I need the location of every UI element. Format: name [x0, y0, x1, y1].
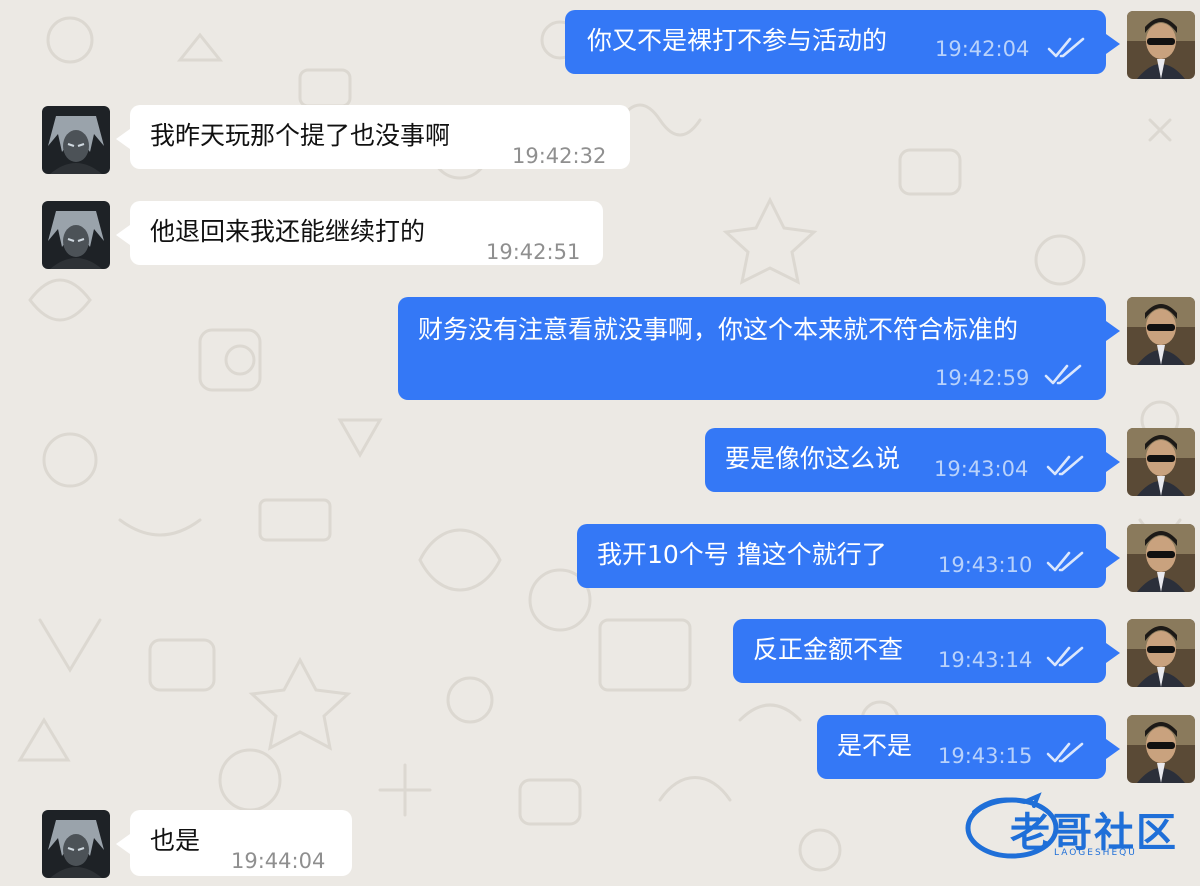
double-check-icon: [1047, 37, 1085, 58]
avatar-contact[interactable]: [42, 810, 110, 878]
bubble-tail: [116, 225, 130, 245]
message-text: 要是像你这么说: [725, 444, 901, 473]
outgoing-message-bubble[interactable]: 是不是 19:43:15: [817, 715, 1120, 779]
message-time: 19:42:59: [935, 366, 1030, 390]
avatar-contact[interactable]: [42, 106, 110, 174]
double-check-icon: [1044, 364, 1082, 385]
outgoing-message-bubble[interactable]: 要是像你这么说 19:43:04: [705, 428, 1120, 492]
double-check-icon: [1046, 551, 1084, 572]
avatar-self[interactable]: [1127, 428, 1195, 496]
message-time: 19:43:10: [938, 553, 1033, 577]
message-time: 19:43:14: [938, 648, 1033, 672]
message-time: 19:42:04: [935, 37, 1030, 61]
double-check-icon: [1046, 455, 1084, 476]
message-time: 19:44:04: [231, 849, 326, 873]
avatar-self[interactable]: [1127, 715, 1195, 783]
message-text: 我昨天玩那个提了也没事啊: [150, 121, 451, 150]
incoming-message-bubble[interactable]: 我昨天玩那个提了也没事啊 19:42:32: [116, 105, 630, 169]
outgoing-message-bubble[interactable]: 你又不是裸打不参与活动的 19:42:04: [565, 10, 1120, 74]
watermark-subtext: LAOGESHEQU: [1054, 848, 1137, 858]
incoming-message-bubble[interactable]: 他退回来我还能继续打的 19:42:51: [116, 201, 603, 265]
message-text: 是不是: [837, 731, 913, 760]
message-time: 19:42:51: [486, 240, 581, 264]
message-text: 也是: [150, 826, 201, 855]
outgoing-message-bubble[interactable]: 我开10个号 撸这个就行了 19:43:10: [577, 524, 1120, 588]
double-check-icon: [1046, 742, 1084, 763]
avatar-self[interactable]: [1127, 524, 1195, 592]
outgoing-message-bubble[interactable]: 反正金额不查 19:43:14: [733, 619, 1120, 683]
message-text: 反正金额不查: [753, 635, 904, 664]
message-text: 财务没有注意看就没事啊，你这个本来就不符合标准的: [418, 315, 1019, 344]
bubble-tail: [1106, 739, 1120, 759]
avatar-contact[interactable]: [42, 201, 110, 269]
bubble-tail: [1106, 643, 1120, 663]
message-time: 19:43:15: [938, 744, 1033, 768]
bubble-tail: [116, 129, 130, 149]
message-time: 19:43:04: [934, 457, 1029, 481]
bubble-tail: [1106, 34, 1120, 54]
message-time: 19:42:32: [512, 144, 607, 168]
bubble-tail: [1106, 548, 1120, 568]
outgoing-message-bubble[interactable]: 财务没有注意看就没事啊，你这个本来就不符合标准的 19:42:59: [398, 297, 1120, 400]
avatar-self[interactable]: [1127, 11, 1195, 79]
bubble-tail: [1106, 452, 1120, 472]
bubble-tail: [116, 834, 130, 854]
message-text: 你又不是裸打不参与活动的: [587, 26, 888, 55]
double-check-icon: [1046, 646, 1084, 667]
watermark-logo: 老哥社区 LAOGESHEQU: [962, 792, 1192, 862]
message-text: 他退回来我还能继续打的: [150, 217, 426, 246]
avatar-self[interactable]: [1127, 297, 1195, 365]
incoming-message-bubble[interactable]: 也是 19:44:04: [116, 810, 352, 876]
avatar-self[interactable]: [1127, 619, 1195, 687]
message-text: 我开10个号 撸这个就行了: [597, 540, 887, 569]
bubble-tail: [1106, 321, 1120, 341]
